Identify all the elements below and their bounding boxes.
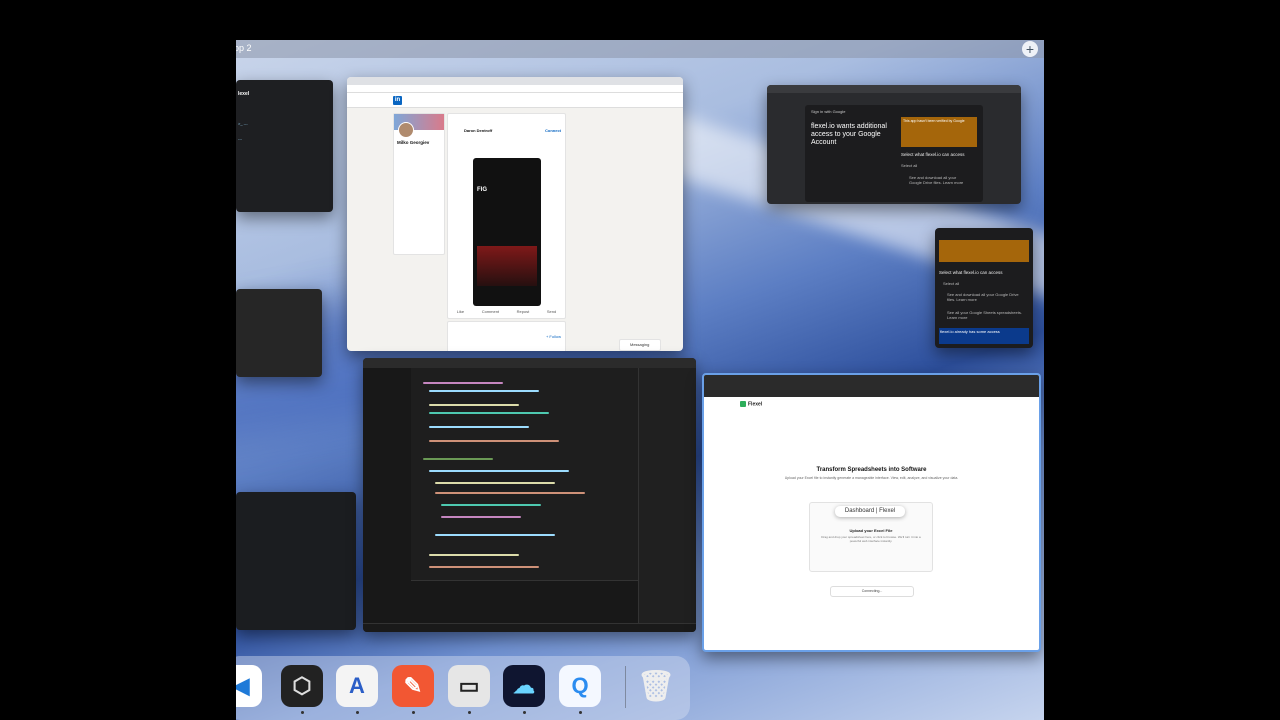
access-question: Select what flexel.io can access [901, 152, 965, 157]
tab-tooltip: Dashboard | Flexel [835, 506, 905, 517]
google-consent-dialog: Sign in with Google flexel.io wants addi… [805, 105, 983, 202]
code-line [429, 412, 549, 414]
linkedin-browser-window[interactable]: in Milko Georgiev Daron Dentroff Connect… [347, 77, 683, 351]
title-bar [363, 358, 696, 368]
trash-icon[interactable]: 🗑 [635, 665, 677, 707]
pen-app-icon[interactable]: ✎ [392, 665, 434, 707]
consent-heading: flexel.io wants additional access to you… [811, 123, 887, 146]
like-button[interactable]: Like [457, 309, 464, 314]
code-line [435, 534, 555, 536]
flexel-browser-window[interactable]: Flexel Transform Spreadsheets into Softw… [702, 373, 1041, 652]
browser-tab-strip[interactable] [347, 77, 683, 85]
connecting-status: Connecting... [830, 586, 914, 597]
code-line [441, 516, 521, 518]
vscode-window[interactable] [363, 358, 696, 632]
connect-button[interactable]: Connect [545, 128, 561, 133]
code-line [429, 554, 519, 556]
send-button[interactable]: Send [547, 309, 556, 314]
unverified-warning: This app hasn't been verified by Google [901, 117, 977, 147]
drive-scope-checkbox[interactable]: See and download all your Google Drive f… [947, 292, 1025, 302]
running-indicator [523, 711, 526, 714]
code-line [429, 390, 539, 392]
avatar[interactable] [398, 122, 414, 138]
code-line [435, 482, 555, 484]
terminal-panel[interactable] [411, 580, 638, 625]
select-all-checkbox[interactable]: Select all [943, 281, 959, 286]
status-bar [363, 623, 696, 632]
flexel-logo-icon [740, 401, 746, 407]
browser-chrome[interactable] [704, 375, 1039, 397]
upload-dropzone[interactable]: Dashboard | Flexel Upload your Excel Fil… [809, 502, 933, 572]
code-line [429, 404, 519, 406]
code-line [429, 426, 529, 428]
select-all-checkbox[interactable]: Select all [901, 163, 917, 168]
affinity-app-icon[interactable]: A [336, 665, 378, 707]
running-indicator [579, 711, 582, 714]
google-auth-window-small[interactable]: Select what flexel.io can access Select … [935, 228, 1033, 348]
cloud-terminal-app-icon[interactable]: ☁ [503, 665, 545, 707]
running-indicator [301, 711, 304, 714]
code-line [423, 382, 503, 384]
running-indicator [412, 711, 415, 714]
follow-button[interactable]: + Follow [546, 334, 561, 339]
stock-chart-area [477, 246, 537, 286]
running-indicator [356, 711, 359, 714]
running-indicator [468, 711, 471, 714]
ticker-label: FIG [477, 187, 487, 193]
chat-panel[interactable] [638, 368, 696, 624]
profile-card: Milko Georgiev [393, 113, 445, 255]
linkedin-logo-icon[interactable]: in [393, 96, 402, 105]
upload-hint: Drag and drop your spreadsheet here, or … [821, 535, 921, 543]
spaces-bar: op 2 + [236, 40, 1044, 58]
code-line [423, 458, 493, 460]
brand-name: Flexel [748, 401, 763, 408]
repost-button[interactable]: Repost [517, 309, 530, 314]
mission-control-space: op 2 + lexel >_ --- --- in Milko Georgie… [236, 40, 1044, 720]
code-line [441, 504, 541, 506]
messaging-label: Messaging [630, 342, 650, 347]
terminal-window-left[interactable]: lexel >_ --- --- [236, 80, 333, 212]
linkedin-nav: in [347, 93, 683, 108]
window-manager-app-icon[interactable]: ▭ [448, 665, 490, 707]
code-line [435, 492, 585, 494]
vscode-app-icon[interactable]: ◀ [236, 665, 262, 707]
messaging-bar[interactable]: Messaging [619, 339, 661, 351]
address-bar[interactable] [767, 85, 1021, 93]
google-auth-window[interactable]: Sign in with Google flexel.io wants addi… [767, 85, 1021, 204]
feed-post-2: + Follow [447, 321, 566, 351]
code-line [429, 440, 559, 442]
dock: ◀ ⬡ A ✎ ▭ ☁ Q 🗑 [236, 656, 690, 720]
flexel-logo[interactable]: Flexel [740, 401, 762, 407]
address-bar[interactable] [347, 85, 683, 93]
hero-subtitle: Upload your Excel file to instantly gene… [784, 476, 959, 480]
dark-window-left[interactable] [236, 492, 356, 630]
comment-button[interactable]: Comment [482, 309, 499, 314]
post-author[interactable]: Daron Dentroff [464, 128, 492, 133]
post-actions: Like Comment Repost Send [448, 309, 565, 314]
plus-icon[interactable]: + [1022, 41, 1038, 57]
space-label[interactable]: op 2 [236, 43, 252, 53]
access-notice: flexel.io already has some access [939, 328, 1029, 344]
sheets-scope-checkbox[interactable]: See all your Google Sheets spreadsheets.… [947, 310, 1025, 320]
code-line [429, 566, 539, 568]
drive-scope-checkbox[interactable]: See and download all your Google Drive f… [909, 175, 969, 185]
hero-title: Transform Spreadsheets into Software [816, 467, 927, 473]
quicktime-app-icon[interactable]: Q [559, 665, 601, 707]
sign-in-label: Sign in with Google [811, 109, 846, 114]
post-image[interactable]: FIG [473, 158, 541, 306]
dock-separator [625, 666, 626, 708]
profile-name[interactable]: Milko Georgiev [397, 140, 429, 145]
unverified-warning [939, 240, 1029, 262]
file-explorer[interactable] [363, 368, 411, 624]
code-line [429, 470, 569, 472]
access-question: Select what flexel.io can access [939, 270, 1003, 275]
unity-app-icon[interactable]: ⬡ [281, 665, 323, 707]
feed-post: Daron Dentroff Connect FIG Like Comment … [447, 113, 566, 319]
dialog-window-left[interactable] [236, 289, 322, 377]
upload-title: Upload your Excel File [849, 528, 893, 533]
